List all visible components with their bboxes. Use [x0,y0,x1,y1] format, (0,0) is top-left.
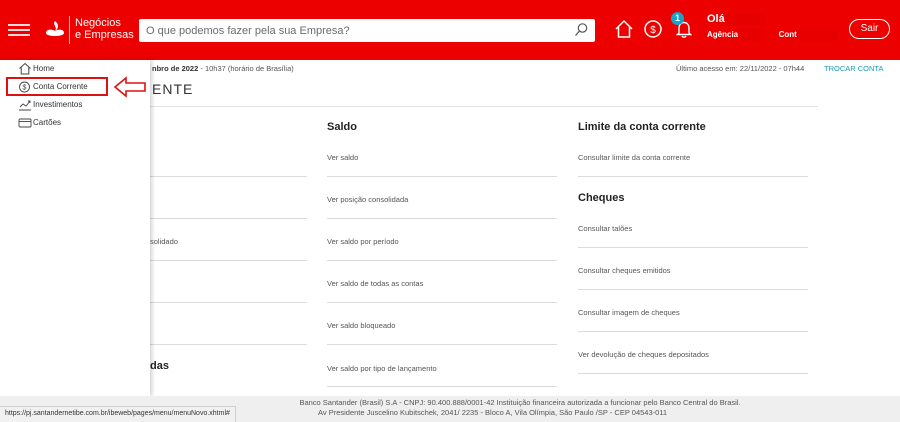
logo-line2: e Empresas [75,29,134,41]
divider [327,260,557,261]
divider [578,289,808,290]
last-access: Último acesso em: 22/11/2022 - 07h44 [676,64,805,73]
menu-link-consultar-limite[interactable]: Consultar limite da conta corrente [578,153,690,162]
home-icon[interactable] [613,18,635,40]
limite-title: Limite da conta corrente [578,121,706,133]
notification-badge: 1 [671,12,684,25]
menu-link-devolucao-cheques[interactable]: Ver devolução de cheques depositados [578,350,709,359]
menu-link-ver-saldo[interactable]: Ver saldo [327,153,358,162]
sidemenu-item-home[interactable]: Home [18,62,54,75]
top-header: Negócios e Empresas $ 1 Olá, Agência Con… [0,0,900,60]
search-icon[interactable] [573,22,589,38]
money-icon[interactable]: $ [642,18,664,40]
home-icon [19,62,31,75]
browser-status-url: https://pj.santandernetibe.com.br/ibeweb… [0,406,236,422]
redacted-account [797,29,837,41]
menu-link-posicao-consolidada[interactable]: Ver posição consolidada [327,195,408,204]
divider [327,302,557,303]
santander-flame-icon[interactable] [44,19,66,41]
brand-logo-text[interactable]: Negócios e Empresas [75,17,134,41]
sidemenu-label: Cartões [33,118,62,127]
footer-address-line: Av Presidente Juscelino Kubitschek, 2041… [318,408,668,417]
cheques-title: Cheques [578,192,625,204]
redacted-name [725,14,765,25]
title-divider [150,106,818,107]
current-date: nbro de 2022 - 10h37 (horário de Brasíli… [152,64,294,73]
menu-link-consultar-taloes[interactable]: Consultar talões [578,224,632,233]
highlight-box [6,77,108,96]
divider [578,373,808,374]
divider [327,218,557,219]
agency-label: Agência [707,30,739,39]
divider [578,247,808,248]
logo-line1: Negócios [75,17,121,29]
divider [327,386,557,387]
page-title: ENTE [152,81,194,97]
divider [327,176,557,177]
divider [327,344,557,345]
divider [578,331,808,332]
redacted-agency [738,29,764,41]
annotation-arrow-icon [113,76,146,98]
logout-button[interactable]: Sair [849,19,890,39]
divider [150,302,307,303]
divider [578,176,808,177]
search-input[interactable] [139,19,559,42]
switch-account-link[interactable]: TROCAR CONTA [824,64,883,73]
date-bold: nbro de 2022 [152,64,199,73]
divider [150,218,307,219]
section-title: das [150,360,169,372]
menu-link-saldo-periodo[interactable]: Ver saldo por período [327,237,399,246]
card-icon [18,118,32,128]
date-rest: - 10h37 (horário de Brasília) [198,64,294,73]
logo-separator [69,16,70,44]
divider [150,176,307,177]
menu-link-cheques-emitidos[interactable]: Consultar cheques emitidos [578,266,671,275]
list-item[interactable]: solidado [150,237,178,246]
menu-link-saldo-todas-contas[interactable]: Ver saldo de todas as contas [327,279,423,288]
saldo-title: Saldo [327,121,357,133]
svg-text:$: $ [650,25,656,36]
divider [150,344,307,345]
menu-link-saldo-bloqueado[interactable]: Ver saldo bloqueado [327,321,395,330]
divider [150,260,307,261]
sidemenu-label: Investimentos [33,100,83,109]
search-box [139,19,595,42]
investments-icon [19,100,31,111]
sidemenu-item-investimentos[interactable]: Investimentos [18,98,82,111]
hamburger-menu-icon[interactable] [8,21,30,39]
menu-link-saldo-tipo-lancamento[interactable]: Ver saldo por tipo de lançamento [327,364,437,373]
sidemenu-label: Home [33,64,55,73]
sidemenu-item-cartoes[interactable]: Cartões [18,116,61,129]
menu-link-imagem-cheques[interactable]: Consultar imagem de cheques [578,308,680,317]
